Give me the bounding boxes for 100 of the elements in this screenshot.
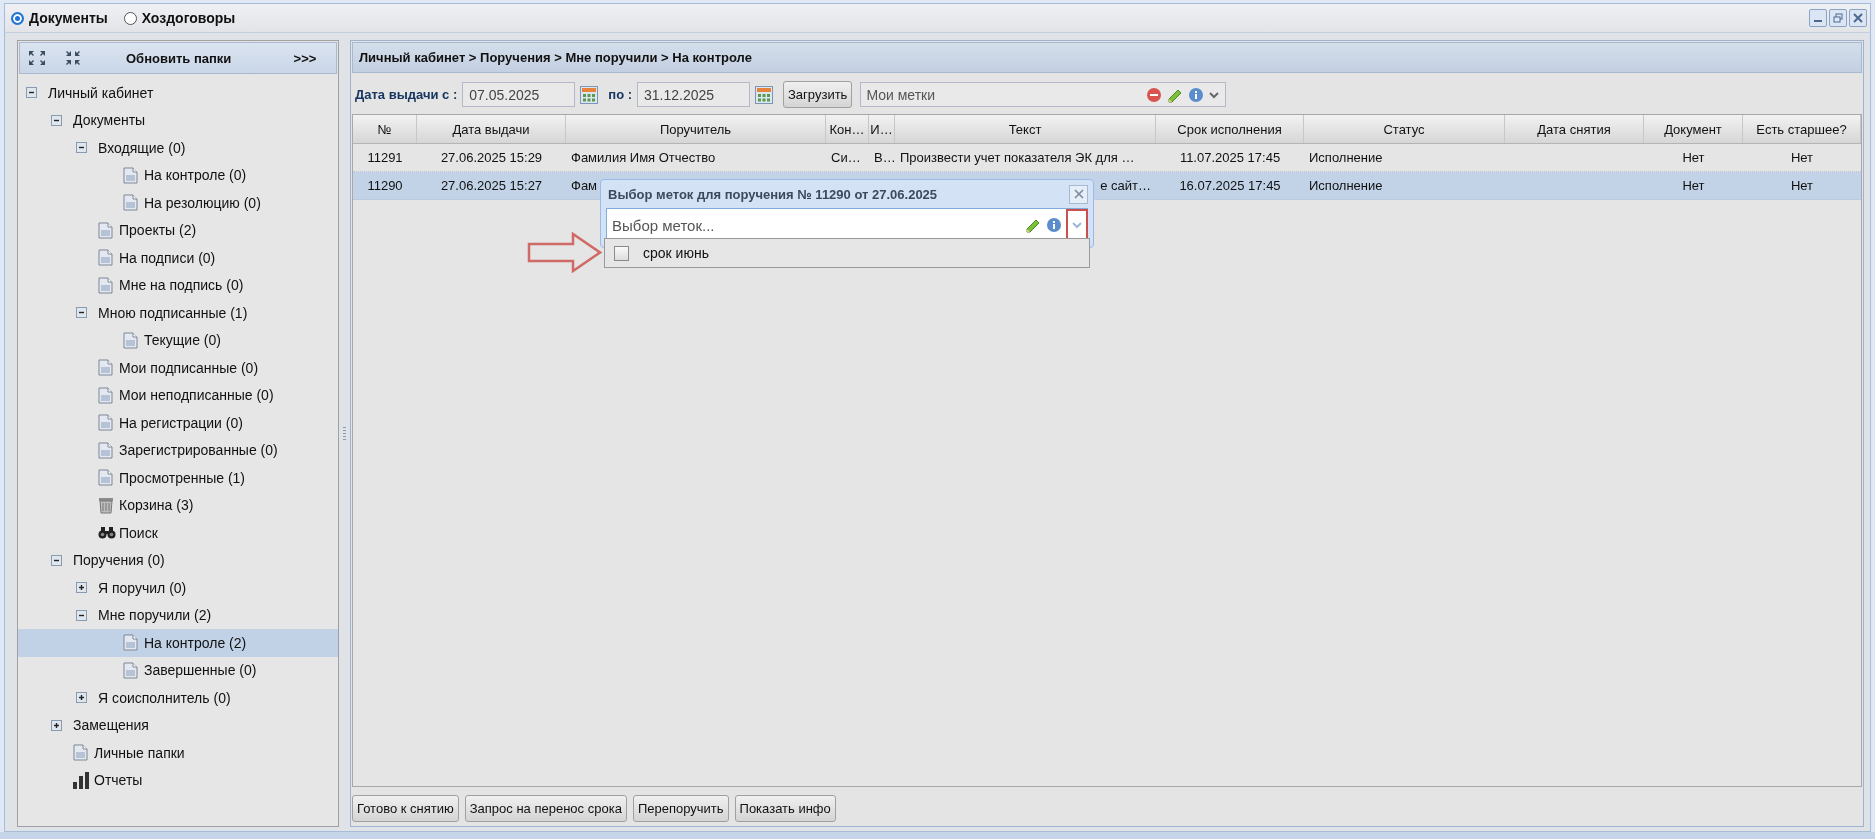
column-header[interactable]: Есть старшее? (1743, 115, 1861, 143)
toggle-icon[interactable] (26, 87, 37, 99)
tree-item[interactable]: Отчеты (18, 766, 339, 794)
date-from-field[interactable]: 07.05.2025 (462, 82, 576, 107)
tree-item[interactable]: На регистрации (0) (18, 409, 339, 437)
document-icon (123, 661, 138, 679)
toggle-icon[interactable] (76, 142, 87, 154)
toggle-icon[interactable] (76, 609, 87, 621)
tree-item[interactable]: Мною подписанные (1) (18, 299, 339, 327)
calendar-icon[interactable] (580, 85, 599, 104)
refresh-folders-button[interactable]: Обновить папки (126, 50, 232, 66)
tree-item[interactable]: Просмотренные (1) (18, 464, 339, 492)
table-cell: Произвести учет показателя ЭК для … (900, 150, 1135, 165)
binoculars-icon (98, 526, 116, 540)
document-icon (98, 414, 113, 432)
table-cell: 11291 (367, 150, 403, 165)
calendar-icon[interactable] (755, 85, 773, 104)
tree-item[interactable]: Корзина (3) (18, 491, 339, 519)
document-icon (98, 359, 113, 377)
column-header[interactable]: Документ (1644, 115, 1743, 143)
tree-item[interactable]: Замещения (18, 711, 339, 739)
more-button[interactable]: >>> (293, 50, 317, 66)
dropdown-trigger[interactable] (1067, 210, 1087, 240)
action-button[interactable]: Запрос на перенос срока (464, 795, 627, 822)
toggle-icon[interactable] (76, 307, 87, 319)
collapse-all-icon[interactable] (64, 50, 82, 66)
table-cell: Нет (1790, 178, 1814, 193)
table-cell: Нет (1790, 150, 1814, 165)
action-button[interactable]: Готово к снятию (352, 795, 459, 822)
close-button[interactable] (1849, 9, 1867, 27)
caret-icon[interactable] (1209, 90, 1220, 99)
caret-icon (1072, 221, 1082, 229)
tags-input[interactable]: Мои метки (861, 85, 1142, 104)
radio-option[interactable]: Хоздоговоры (123, 10, 236, 26)
document-icon (123, 194, 138, 212)
table-cell: Фамилия Имя Отчество (571, 150, 716, 165)
tree-item[interactable]: Проекты (2) (18, 216, 339, 244)
checkbox[interactable] (614, 245, 629, 261)
tree-item[interactable]: Мои подписанные (0) (18, 354, 339, 382)
toggle-icon[interactable] (51, 114, 62, 126)
tree-item[interactable]: Входящие (0) (18, 134, 339, 162)
action-button[interactable]: Показать инфо (734, 795, 836, 822)
tree-item[interactable]: На подписи (0) (18, 244, 339, 272)
column-header[interactable]: Дата снятия (1505, 115, 1644, 143)
info-icon[interactable] (1188, 86, 1205, 103)
dialog-title: Выбор меток для поручения № 11290 от 27.06.2025 (607, 186, 938, 202)
remove-icon[interactable] (1146, 86, 1163, 103)
toggle-icon[interactable] (76, 582, 87, 594)
document-icon (98, 249, 113, 267)
document-icon (98, 221, 113, 239)
column-header[interactable]: Статус (1304, 115, 1505, 143)
table-cell: В… (874, 150, 895, 165)
minimize-button[interactable] (1809, 9, 1827, 27)
load-button[interactable]: Загрузить (783, 81, 853, 108)
table-cell: Исполнение (1309, 178, 1383, 193)
column-header[interactable]: Срок исполнения (1156, 115, 1304, 143)
tree-item[interactable]: На резолюцию (0) (18, 189, 339, 217)
tree-item[interactable]: Я соисполнитель (0) (18, 684, 339, 712)
tree-item[interactable]: На контроле (0) (18, 161, 339, 189)
table-cell: 11290 (367, 178, 403, 193)
list-option[interactable]: срок июнь (605, 239, 1089, 267)
close-button[interactable] (1069, 184, 1088, 204)
date-to-field[interactable]: 31.12.2025 (637, 82, 750, 107)
radio-option[interactable]: Документы (11, 10, 108, 26)
tree-item[interactable]: Мне поручили (2) (18, 601, 339, 629)
tree-item[interactable]: На контроле (2) (18, 629, 339, 657)
tree-item[interactable]: Текущие (0) (18, 326, 339, 354)
tag-select-input[interactable]: Выбор меток... (607, 215, 1020, 235)
date-to-label: по : (608, 87, 632, 102)
tree-item[interactable]: Личные папки (18, 739, 339, 767)
document-icon (73, 744, 88, 762)
table-cell: Си… (831, 150, 861, 165)
tree-item[interactable]: Поиск (18, 519, 339, 547)
column-header[interactable]: Дата выдачи (417, 115, 566, 143)
toggle-icon[interactable] (76, 692, 87, 704)
tree-item[interactable]: Поручения (0) (18, 546, 339, 574)
tree-item[interactable]: Я поручил (0) (18, 574, 339, 602)
close-icon (1072, 188, 1085, 200)
expand-all-icon[interactable] (28, 50, 46, 66)
tree-item[interactable]: Завершенные (0) (18, 656, 339, 684)
info-icon[interactable] (1046, 217, 1062, 233)
document-icon (98, 469, 113, 487)
document-icon (98, 276, 113, 294)
restore-button[interactable] (1829, 9, 1847, 27)
action-button[interactable]: Перепоручить (632, 795, 729, 822)
column-header[interactable]: Поручитель (566, 115, 826, 143)
tree-item[interactable]: Мне на подпись (0) (18, 271, 339, 299)
tree-item[interactable]: Мои неподписанные (0) (18, 381, 339, 409)
column-header[interactable]: № (353, 115, 417, 143)
toggle-icon[interactable] (51, 719, 62, 731)
tree-item[interactable]: Зарегистрированные (0) (18, 436, 339, 464)
column-header[interactable]: И… (869, 115, 895, 143)
pencil-icon[interactable] (1025, 217, 1041, 233)
toggle-icon[interactable] (51, 554, 62, 566)
tree-item[interactable]: Документы (18, 106, 339, 134)
tree-item[interactable]: Личный кабинет (18, 79, 339, 107)
column-header[interactable]: Текст (895, 115, 1156, 143)
tags-field[interactable]: Мои метки (860, 82, 1227, 107)
date-from-label: Дата выдачи с : (355, 87, 458, 102)
column-header[interactable]: Кон… (826, 115, 869, 143)
